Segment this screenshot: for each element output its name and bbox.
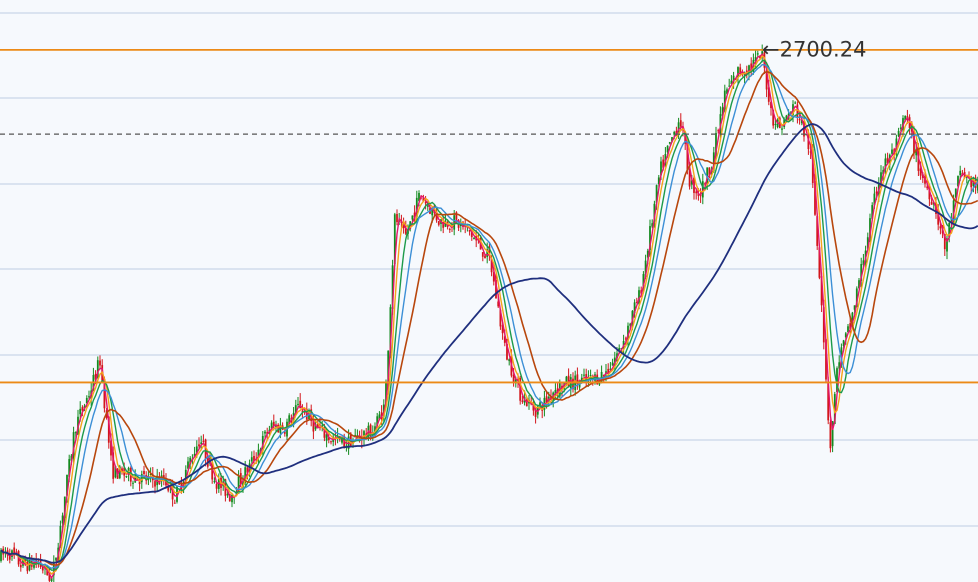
candle-body	[668, 142, 671, 144]
grid-lines	[0, 12, 978, 527]
moving-average-lines	[0, 53, 978, 580]
candle-body	[19, 564, 22, 568]
candle-body	[173, 502, 176, 504]
candle-body	[798, 118, 801, 121]
candle-body	[202, 440, 205, 442]
candle-body	[411, 215, 414, 220]
candle-body	[132, 482, 134, 484]
candle-body	[250, 457, 253, 462]
candle-body	[930, 201, 933, 205]
price-label: ←2700.24	[762, 38, 866, 62]
candle-body	[154, 481, 156, 487]
candle-body	[215, 484, 218, 489]
candle-body	[897, 130, 900, 137]
candle-body	[297, 403, 299, 405]
candle-body	[521, 400, 524, 403]
candle-body	[673, 131, 676, 135]
candle-body	[396, 213, 398, 223]
candle-body	[583, 374, 585, 376]
candle-body	[959, 170, 962, 176]
candle-body	[679, 120, 682, 127]
candles	[0, 44, 978, 582]
candle-body	[143, 471, 145, 475]
candle-body	[756, 53, 759, 55]
candle-body	[794, 102, 797, 104]
candle-body	[891, 149, 893, 154]
candle-body	[589, 375, 592, 377]
price-chart: ←2700.24	[0, 12, 978, 582]
candle-body	[125, 476, 128, 478]
candle-body	[448, 228, 451, 230]
candle-body	[231, 494, 233, 503]
candle-body	[939, 226, 942, 229]
candle-body	[437, 221, 440, 225]
candle-body	[213, 481, 216, 483]
moving-average-line	[0, 53, 978, 580]
candle-body	[99, 360, 101, 366]
moving-average-line	[0, 59, 978, 571]
candle-body	[330, 441, 332, 443]
candle-body	[829, 422, 832, 449]
candle-body	[473, 237, 475, 240]
candle-body	[484, 255, 486, 259]
candle-body	[264, 431, 266, 434]
candle-body	[781, 128, 783, 130]
candle-body	[79, 408, 82, 415]
candle-body	[198, 444, 200, 447]
candle-body	[481, 252, 484, 257]
candle-body	[774, 123, 777, 125]
